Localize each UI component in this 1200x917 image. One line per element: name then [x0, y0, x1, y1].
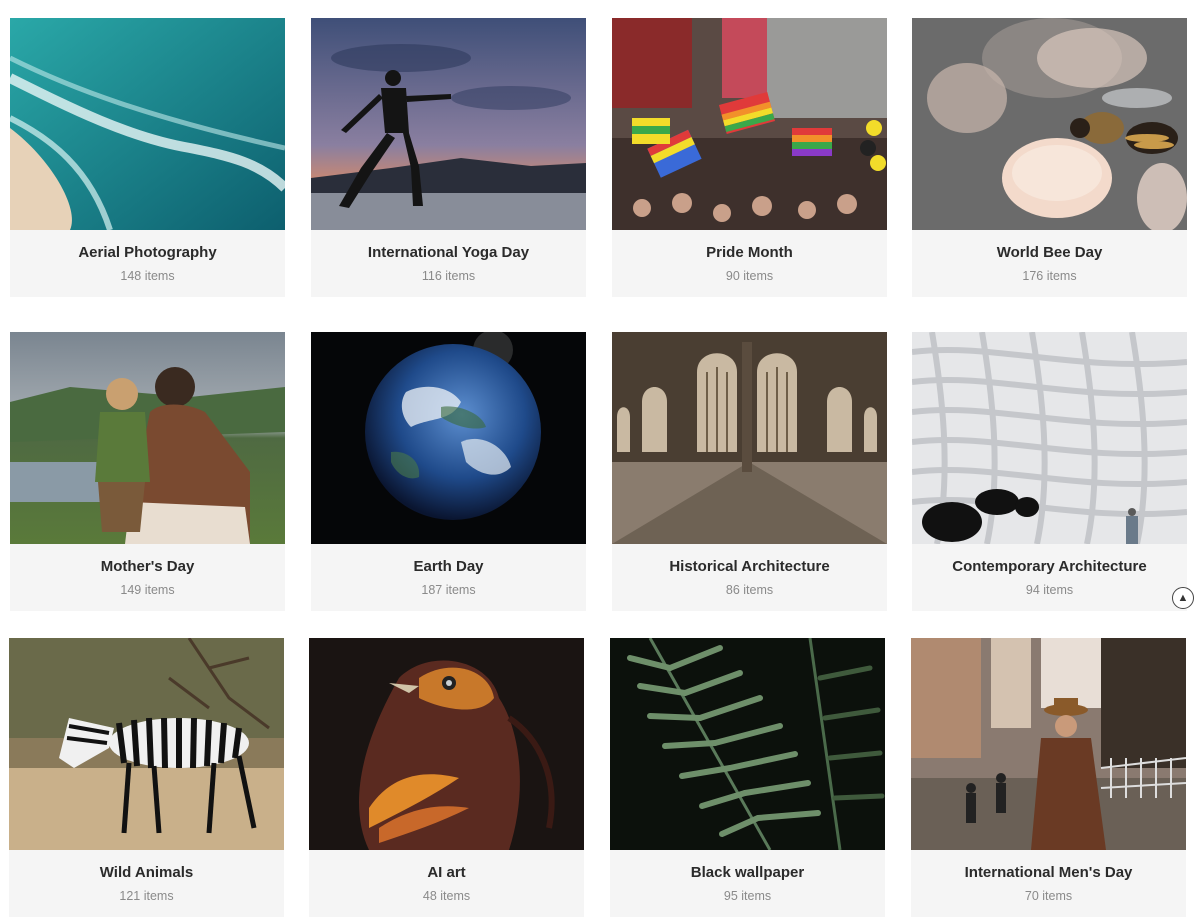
- collection-count: 121 items: [119, 889, 174, 903]
- collection-count: 86 items: [725, 583, 774, 597]
- fern-leaf-image: [610, 638, 885, 850]
- collection-count: 95 items: [723, 889, 772, 903]
- collection-title[interactable]: Earth Day: [311, 558, 586, 575]
- collection-card-international-yoga-day[interactable]: International Yoga Day 116 items: [311, 18, 586, 297]
- bee-flower-image: [912, 18, 1187, 230]
- collection-card-aerial-photography[interactable]: Aerial Photography 148 items: [10, 18, 285, 297]
- aerial-beach-image: [10, 18, 285, 230]
- collection-card-black-wallpaper[interactable]: Black wallpaper 95 items: [610, 638, 885, 917]
- collection-count: 176 items: [1022, 269, 1077, 283]
- collection-count: 149 items: [120, 583, 175, 597]
- mother-child-image: [10, 332, 285, 544]
- collection-card-international-mens-day[interactable]: International Men's Day 70 items: [911, 638, 1186, 917]
- collection-title[interactable]: Pride Month: [612, 244, 887, 261]
- collection-card-earth-day[interactable]: Earth Day 187 items: [311, 332, 586, 611]
- collection-title[interactable]: Contemporary Architecture: [912, 558, 1187, 575]
- collection-title[interactable]: Mother's Day: [10, 558, 285, 575]
- collection-count: 90 items: [725, 269, 774, 283]
- collection-card-pride-month[interactable]: Pride Month 90 items: [612, 18, 887, 297]
- collection-title[interactable]: AI art: [309, 864, 584, 881]
- collection-title[interactable]: Wild Animals: [9, 864, 284, 881]
- collection-card-mothers-day[interactable]: Mother's Day 149 items: [10, 332, 285, 611]
- collection-title[interactable]: World Bee Day: [912, 244, 1187, 261]
- collection-card-world-bee-day[interactable]: World Bee Day 176 items: [912, 18, 1187, 297]
- collection-title[interactable]: Black wallpaper: [610, 864, 885, 881]
- collection-card-historical-architecture[interactable]: Historical Architecture 86 items: [612, 332, 887, 611]
- scroll-to-top-button[interactable]: ▲: [1172, 587, 1194, 609]
- arrow-up-icon: ▲: [1177, 592, 1189, 604]
- collection-title[interactable]: International Yoga Day: [311, 244, 586, 261]
- collection-count: 70 items: [1024, 889, 1073, 903]
- zebra-image: [9, 638, 284, 850]
- cloister-arches-image: [612, 332, 887, 544]
- modern-facade-image: [912, 332, 1187, 544]
- collection-count: 94 items: [1025, 583, 1074, 597]
- collection-count: 48 items: [422, 889, 471, 903]
- bird-art-image: [309, 638, 584, 850]
- collection-card-ai-art[interactable]: AI art 48 items: [309, 638, 584, 917]
- collection-card-wild-animals[interactable]: Wild Animals 121 items: [9, 638, 284, 917]
- collection-count: 116 items: [421, 269, 476, 283]
- collection-count: 187 items: [421, 583, 476, 597]
- earth-globe-image: [311, 332, 586, 544]
- collection-card-contemporary-architecture[interactable]: Contemporary Architecture 94 items: [912, 332, 1187, 611]
- street-man-image: [911, 638, 1186, 850]
- collection-title[interactable]: International Men's Day: [911, 864, 1186, 881]
- collection-count: 148 items: [120, 269, 175, 283]
- yoga-silhouette-image: [311, 18, 586, 230]
- collection-title[interactable]: Aerial Photography: [10, 244, 285, 261]
- collection-title[interactable]: Historical Architecture: [612, 558, 887, 575]
- pride-crowd-image: [612, 18, 887, 230]
